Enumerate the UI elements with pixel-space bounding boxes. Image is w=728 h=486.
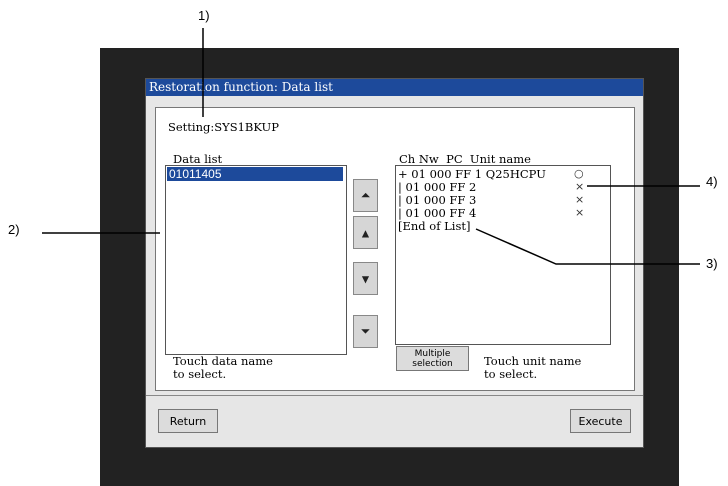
unit-row[interactable]: | 01 000 FF 2 [398,180,476,194]
unit-status-mark: ○ [574,167,584,180]
unit-status-mark: × [575,206,585,219]
unit-row[interactable]: + 01 000 FF 1 Q25HCPU [398,167,546,181]
data-hint-line1: Touch data name [173,354,273,368]
scroll-bottom-button[interactable]: ⏷ [353,315,378,348]
multiple-selection-button[interactable]: Multiple selection [396,346,469,371]
content-panel: Setting:SYS1BKUP Data list 01011405 ⏶ ▲ … [155,107,635,391]
callout-3: 3) [706,256,718,271]
end-of-list: [End of List] [398,219,471,233]
callout-2: 2) [8,222,20,237]
scroll-top-button[interactable]: ⏶ [353,179,378,212]
unit-row[interactable]: | 01 000 FF 4 [398,206,476,220]
down-arrow-icon: ▼ [361,271,370,286]
window-title: Restoration function: Data list [146,79,643,96]
unit-hint-line2: to select. [484,367,538,381]
scroll-down-button[interactable]: ▼ [353,262,378,295]
data-list-item-selected[interactable]: 01011405 [167,167,343,181]
footer-divider [146,395,643,396]
unit-status-mark: × [575,180,585,193]
setting-label: Setting:SYS1BKUP [168,120,279,134]
multiple-label-1: Multiple [414,348,451,359]
unit-row[interactable]: | 01 000 FF 3 [398,193,476,207]
unit-list-box[interactable]: + 01 000 FF 1 Q25HCPU ○ | 01 000 FF 2 × … [395,165,611,345]
callout-1: 1) [198,8,210,23]
double-down-arrow-icon: ⏷ [360,324,371,338]
multiple-label-2: selection [412,358,453,369]
data-list-header: Data list [173,152,223,166]
callout-4: 4) [706,174,718,189]
data-list-box[interactable]: 01011405 [165,165,347,355]
data-hint-line2: to select. [173,367,227,381]
up-arrow-icon: ▲ [361,225,370,240]
unit-status-mark: × [575,193,585,206]
unit-list-header: Ch Nw PC Unit name [399,152,531,166]
execute-button[interactable]: Execute [570,409,631,433]
double-up-arrow-icon: ⏶ [360,188,371,202]
return-button[interactable]: Return [158,409,218,433]
scroll-up-button[interactable]: ▲ [353,216,378,249]
unit-hint-line1: Touch unit name [484,354,582,368]
restoration-window: Restoration function: Data list Setting:… [145,78,644,448]
